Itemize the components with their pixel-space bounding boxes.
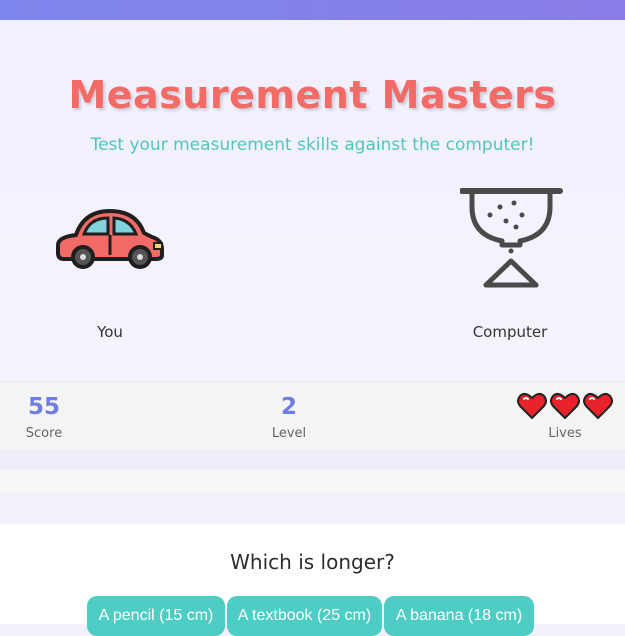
- heart-icon: [583, 392, 613, 420]
- answer-option-banana[interactable]: A banana (18 cm): [384, 596, 534, 636]
- page-title: Measurement Masters: [68, 73, 557, 117]
- score-stat: 55 Score: [20, 392, 68, 441]
- computer-label: Computer: [472, 323, 548, 341]
- answer-option-textbook[interactable]: A textbook (25 cm): [227, 596, 382, 636]
- player-label: You: [97, 323, 123, 341]
- stats-bar: 55 Score 2 Level Lives: [0, 381, 625, 451]
- divider-band: [0, 492, 625, 524]
- answer-option-pencil[interactable]: A pencil (15 cm): [87, 596, 225, 636]
- level-value: 2: [280, 394, 297, 420]
- divider-band: [0, 470, 625, 492]
- lives-stat: Lives: [514, 392, 616, 441]
- hourglass-icon: [459, 185, 564, 297]
- level-stat: 2 Level: [264, 392, 314, 441]
- divider-band: [0, 450, 625, 470]
- top-bar: [0, 0, 625, 20]
- lives-label: Lives: [548, 426, 582, 441]
- score-label: Score: [25, 426, 63, 441]
- page-subtitle: Test your measurement skills against the…: [90, 135, 535, 155]
- level-label: Level: [271, 426, 307, 441]
- question-panel: Which is longer? A pencil (15 cm) A text…: [0, 524, 625, 636]
- heart-icon: [517, 392, 547, 420]
- lives-hearts: [514, 392, 616, 422]
- heart-icon: [550, 392, 580, 420]
- car-icon: [56, 205, 166, 274]
- score-value: 55: [27, 394, 60, 420]
- question-text: Which is longer?: [230, 550, 395, 574]
